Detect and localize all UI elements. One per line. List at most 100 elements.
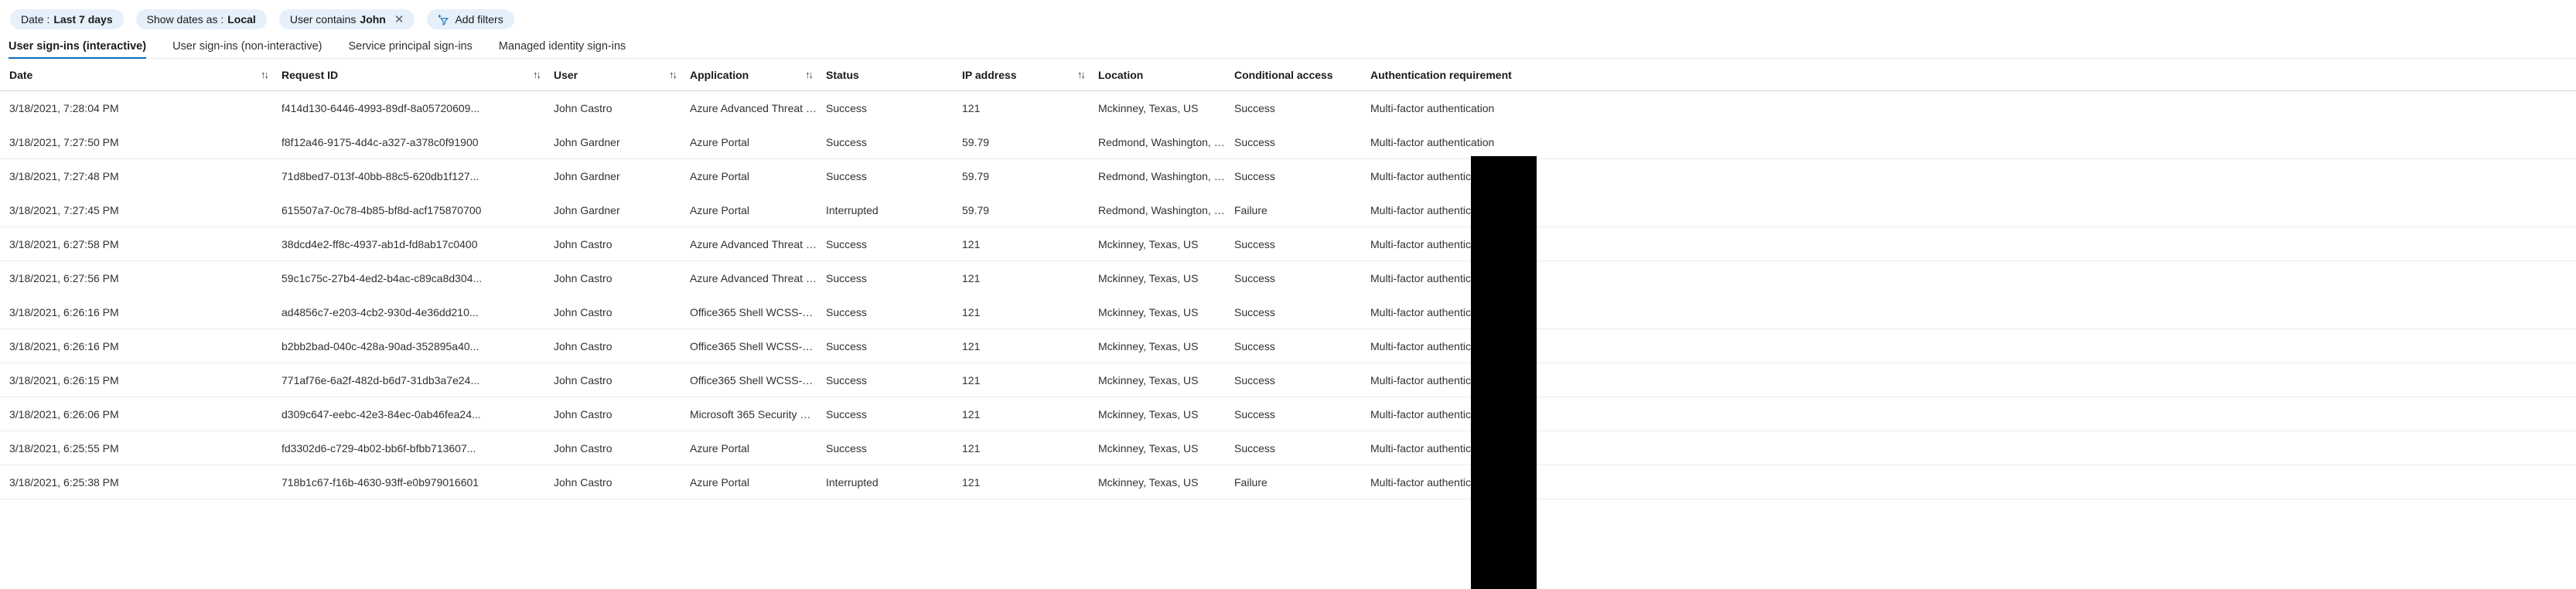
- sort-arrows-icon[interactable]: ↑↓: [261, 70, 269, 80]
- cell-request-id: d309c647-eebc-42e3-84ec-0ab46fea24...: [281, 408, 554, 420]
- cell-status: Success: [826, 272, 962, 284]
- close-icon[interactable]: ✕: [394, 14, 404, 26]
- cell-ip-address-text: 59.79: [962, 135, 990, 148]
- tab-user-sign-ins-non-interactive[interactable]: User sign-ins (non-interactive): [159, 40, 335, 58]
- table-row[interactable]: 3/18/2021, 6:26:15 PM 771af76e-6a2f-482d-…: [0, 363, 2576, 397]
- column-header-authentication-requirement[interactable]: Authentication requirement: [1370, 69, 1564, 81]
- cell-status-text: Success: [826, 170, 867, 182]
- cell-ip-address: 59.79: [962, 136, 1098, 148]
- cell-request-id: 615507a7-0c78-4b85-bf8d-acf175870700: [281, 204, 554, 216]
- filter-pill-date[interactable]: Date : Last 7 days: [10, 9, 124, 29]
- cell-location-text: Mckinney, Texas, US: [1098, 305, 1199, 318]
- sort-arrows-icon[interactable]: ↑↓: [805, 70, 814, 80]
- cell-ip-address-text: 121: [962, 441, 981, 455]
- cell-status-text: Success: [826, 407, 867, 420]
- cell-ip-address-text: 121: [962, 305, 981, 318]
- table-row[interactable]: 3/18/2021, 6:27:58 PM 38dcd4e2-ff8c-4937-…: [0, 227, 2576, 261]
- table-row[interactable]: 3/18/2021, 7:27:50 PM f8f12a46-9175-4d4c-…: [0, 125, 2576, 159]
- cell-conditional-access: Success: [1234, 408, 1370, 420]
- column-header-application[interactable]: Application ↑↓: [690, 69, 826, 81]
- sort-arrows-icon[interactable]: ↑↓: [533, 70, 541, 80]
- cell-location: Mckinney, Texas, US: [1098, 238, 1234, 250]
- cell-status-text: Success: [826, 373, 867, 386]
- cell-conditional-access: Success: [1234, 238, 1370, 250]
- cell-request-id-text: ad4856c7-e203-4cb2-930d-4e36dd210...: [281, 305, 479, 318]
- column-header-label: Date: [9, 68, 33, 81]
- cell-ip-address-text: 121: [962, 102, 981, 114]
- cell-location-text: Mckinney, Texas, US: [1098, 373, 1199, 386]
- cell-conditional-access: Success: [1234, 442, 1370, 455]
- cell-date: 3/18/2021, 6:26:16 PM: [9, 340, 281, 352]
- table-row[interactable]: 3/18/2021, 6:26:06 PM d309c647-eebc-42e3-…: [0, 397, 2576, 431]
- sort-arrows-icon[interactable]: ↑↓: [669, 70, 677, 80]
- cell-location: Mckinney, Texas, US: [1098, 340, 1234, 352]
- cell-date-text: 3/18/2021, 6:27:56 PM: [9, 272, 119, 284]
- cell-date: 3/18/2021, 6:27:56 PM: [9, 272, 281, 284]
- column-header-location[interactable]: Location: [1098, 69, 1234, 81]
- cell-authentication-requirement-text: Multi-factor authentication: [1370, 407, 1495, 420]
- table-row[interactable]: 3/18/2021, 6:27:56 PM 59c1c75c-27b4-4ed2-…: [0, 261, 2576, 295]
- cell-application-text: Azure Portal: [690, 170, 750, 182]
- tab-user-sign-ins-interactive[interactable]: User sign-ins (interactive): [9, 40, 159, 59]
- cell-user-text: John Gardner: [554, 135, 620, 148]
- cell-date-text: 3/18/2021, 6:25:38 PM: [9, 475, 119, 489]
- cell-authentication-requirement-text: Multi-factor authentication: [1370, 305, 1495, 318]
- cell-date: 3/18/2021, 7:27:50 PM: [9, 136, 281, 148]
- cell-conditional-access: Success: [1234, 170, 1370, 182]
- cell-status-text: Success: [826, 305, 867, 318]
- cell-date: 3/18/2021, 6:26:16 PM: [9, 306, 281, 318]
- cell-application-text: Azure Portal: [690, 475, 750, 489]
- column-header-date[interactable]: Date ↑↓: [9, 69, 281, 81]
- cell-conditional-access-text: Failure: [1234, 203, 1268, 216]
- cell-authentication-requirement-text: Multi-factor authentication: [1370, 339, 1495, 352]
- cell-application-text: Azure Advanced Threat Protection: [690, 102, 817, 114]
- cell-application: Office365 Shell WCSS-Client: [690, 340, 826, 352]
- cell-application: Azure Advanced Threat Protection: [690, 238, 826, 250]
- cell-location-text: Redmond, Washington, US: [1098, 203, 1225, 216]
- filter-pill-show-dates-as[interactable]: Show dates as : Local: [135, 9, 267, 29]
- cell-date-text: 3/18/2021, 7:27:48 PM: [9, 170, 119, 182]
- filter-pill-show-dates-as-value: Local: [227, 13, 256, 26]
- cell-conditional-access: Success: [1234, 340, 1370, 352]
- cell-conditional-access-text: Success: [1234, 102, 1275, 114]
- cell-authentication-requirement: Multi-factor authentication: [1370, 442, 1564, 455]
- cell-location-text: Mckinney, Texas, US: [1098, 339, 1199, 352]
- cell-conditional-access-text: Success: [1234, 170, 1275, 182]
- add-filters-button[interactable]: Add filters: [427, 9, 514, 29]
- table-row[interactable]: 3/18/2021, 6:25:55 PM fd3302d6-c729-4b02-…: [0, 431, 2576, 465]
- cell-status-text: Success: [826, 441, 867, 455]
- cell-user: John Castro: [554, 408, 690, 420]
- column-header-status[interactable]: Status: [826, 69, 962, 81]
- column-header-request-id[interactable]: Request ID ↑↓: [281, 69, 554, 81]
- cell-date: 3/18/2021, 7:27:45 PM: [9, 204, 281, 216]
- cell-request-id-text: fd3302d6-c729-4b02-bb6f-bfbb713607...: [281, 441, 476, 455]
- cell-application-text: Azure Portal: [690, 203, 750, 216]
- cell-user-text: John Castro: [554, 102, 612, 114]
- filter-pill-user-contains[interactable]: User contains John ✕: [278, 9, 415, 29]
- table-row[interactable]: 3/18/2021, 7:28:04 PM f414d130-6446-4993-…: [0, 91, 2576, 125]
- filter-pill-date-label: Date :: [21, 13, 50, 26]
- cell-conditional-access-text: Success: [1234, 237, 1275, 250]
- cell-conditional-access-text: Success: [1234, 272, 1275, 284]
- tab-service-principal-sign-ins[interactable]: Service principal sign-ins: [335, 40, 485, 58]
- column-header-ip-address[interactable]: IP address ↑↓: [962, 69, 1098, 81]
- tab-managed-identity-sign-ins[interactable]: Managed identity sign-ins: [486, 40, 639, 58]
- filter-bar: Date : Last 7 days Show dates as : Local…: [0, 0, 2576, 29]
- table-row[interactable]: 3/18/2021, 6:26:16 PM b2bb2bad-040c-428a-…: [0, 329, 2576, 363]
- table-row[interactable]: 3/18/2021, 7:27:48 PM 71d8bed7-013f-40bb-…: [0, 159, 2576, 193]
- table-row[interactable]: 3/18/2021, 6:26:16 PM ad4856c7-e203-4cb2-…: [0, 295, 2576, 329]
- cell-application-text: Office365 Shell WCSS-Client: [690, 373, 817, 386]
- tab-label: User sign-ins (non-interactive): [172, 40, 322, 53]
- cell-conditional-access-text: Success: [1234, 373, 1275, 386]
- table-row[interactable]: 3/18/2021, 7:27:45 PM 615507a7-0c78-4b85-…: [0, 193, 2576, 227]
- cell-location: Mckinney, Texas, US: [1098, 442, 1234, 455]
- cell-authentication-requirement: Multi-factor authentication: [1370, 204, 1564, 216]
- sort-arrows-icon[interactable]: ↑↓: [1077, 70, 1086, 80]
- table-row[interactable]: 3/18/2021, 6:25:38 PM 718b1c67-f16b-4630-…: [0, 465, 2576, 499]
- cell-status-text: Success: [826, 102, 867, 114]
- column-header-conditional-access[interactable]: Conditional access: [1234, 69, 1370, 81]
- cell-application: Microsoft 365 Security and Compliance ..…: [690, 408, 826, 420]
- cell-conditional-access-text: Success: [1234, 339, 1275, 352]
- column-header-user[interactable]: User ↑↓: [554, 69, 690, 81]
- cell-status-text: Success: [826, 135, 867, 148]
